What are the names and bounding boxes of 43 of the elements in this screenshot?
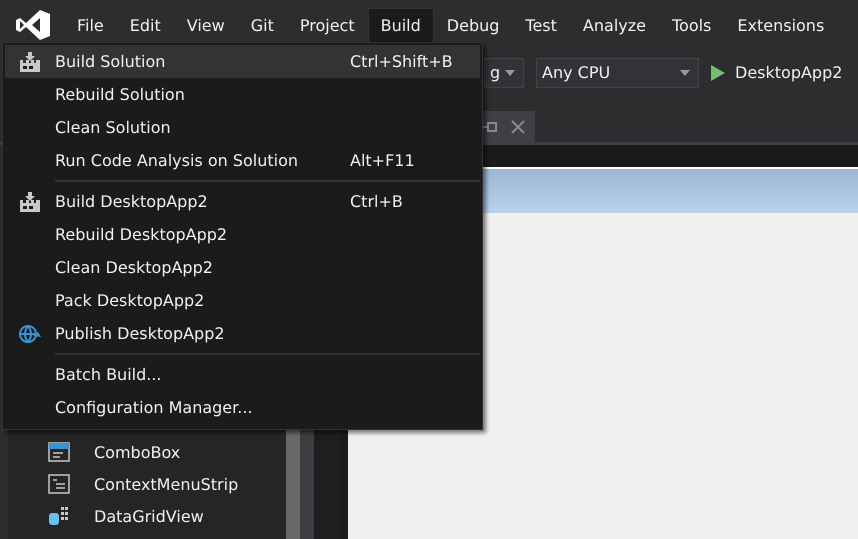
platform-dropdown[interactable]: Any CPU xyxy=(536,58,699,88)
menu-item[interactable]: Project xyxy=(286,8,368,42)
menu-entry[interactable]: Clean DesktopApp2 xyxy=(5,251,480,284)
shortcut-label: Alt+F11 xyxy=(350,151,416,170)
menu-item[interactable]: Tools xyxy=(658,8,724,42)
shortcut-label: Ctrl+Shift+B xyxy=(350,52,454,71)
menu-entry[interactable]: Configuration Manager... xyxy=(5,391,480,424)
menu-list-icon xyxy=(48,474,70,494)
menu-item[interactable]: Build xyxy=(368,8,434,42)
menu-entry[interactable]: Rebuild DesktopApp2 xyxy=(5,218,480,251)
menu-item[interactable]: Git xyxy=(238,8,287,42)
menu-entry[interactable]: Rebuild Solution xyxy=(5,78,480,111)
menu-item[interactable]: Analyze xyxy=(570,8,659,42)
menu-item[interactable]: File xyxy=(64,8,117,42)
pin-icon xyxy=(483,120,497,132)
menu-entry[interactable]: Build DesktopApp2 Ctrl+B xyxy=(5,185,480,218)
toolbox-item[interactable]: ComboBox xyxy=(94,442,180,462)
menu-item[interactable]: Edit xyxy=(116,8,174,42)
build-icon xyxy=(19,52,41,72)
toolbox-item[interactable]: DataGridView xyxy=(94,506,204,526)
play-icon xyxy=(711,64,725,80)
close-icon[interactable] xyxy=(511,120,525,134)
start-button[interactable]: DesktopApp2 xyxy=(711,63,842,82)
menu-entry[interactable]: Batch Build... xyxy=(5,358,480,391)
data-grid-icon xyxy=(48,506,70,526)
combobox-icon xyxy=(48,442,70,462)
globe-icon xyxy=(19,324,41,344)
menu-item[interactable]: Test xyxy=(512,8,570,42)
logo-icon xyxy=(16,10,50,40)
menu-entry[interactable]: Publish DesktopApp2 xyxy=(5,317,480,350)
menu-entry[interactable]: Build Solution Ctrl+Shift+B xyxy=(5,45,480,78)
build-icon xyxy=(19,192,41,212)
dropdown-caret-icon xyxy=(680,70,690,76)
toolbox-item[interactable]: ContextMenuStrip xyxy=(94,474,238,494)
menu-item[interactable]: Extensions xyxy=(724,8,838,42)
menu-entry[interactable]: Run Code Analysis on Solution Alt+F11 xyxy=(5,144,480,177)
menu-item[interactable]: Debug xyxy=(434,8,512,42)
menu-entry[interactable]: Clean Solution xyxy=(5,111,480,144)
menu-item[interactable]: View xyxy=(174,8,238,42)
shortcut-label: Ctrl+B xyxy=(350,192,404,211)
configuration-dropdown[interactable]: g xyxy=(484,58,524,88)
dropdown-caret-icon xyxy=(505,70,515,76)
menu-entry[interactable]: Pack DesktopApp2 xyxy=(5,284,480,317)
